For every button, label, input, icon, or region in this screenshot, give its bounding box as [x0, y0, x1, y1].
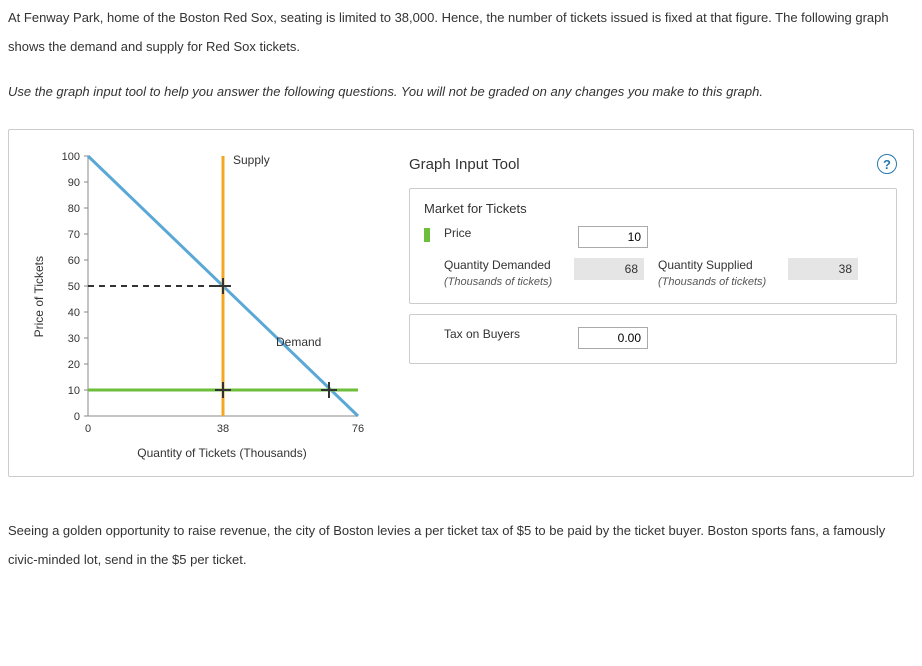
price-swatch-icon — [424, 228, 430, 242]
handle-supply-price[interactable] — [215, 382, 231, 398]
tax-input[interactable] — [578, 327, 648, 349]
market-group-title: Market for Tickets — [424, 201, 882, 216]
y-tick-40: 40 — [68, 307, 80, 319]
y-tick-10: 10 — [68, 385, 80, 397]
chart-area: Price of Tickets — [25, 146, 385, 460]
y-tick-70: 70 — [68, 229, 80, 241]
x-tick-38: 38 — [217, 423, 229, 435]
x-tick-76: 76 — [352, 423, 364, 435]
market-group: Market for Tickets Price Quantity Demand… — [409, 188, 897, 304]
outro-text: Seeing a golden opportunity to raise rev… — [8, 517, 914, 574]
price-input[interactable] — [578, 226, 648, 248]
y-ticks — [84, 156, 88, 416]
qs-label: Quantity Supplied (Thousands of tickets) — [658, 258, 778, 289]
supply-demand-chart[interactable]: 0 10 20 30 40 50 60 70 80 90 100 0 38 76 — [48, 146, 378, 446]
x-tick-0: 0 — [85, 423, 91, 435]
y-axis-label: Price of Tickets — [32, 256, 46, 337]
y-tick-50: 50 — [68, 281, 80, 293]
graph-input-tool: Graph Input Tool ? Market for Tickets Pr… — [409, 146, 897, 460]
y-tick-100: 100 — [62, 151, 80, 163]
y-tick-20: 20 — [68, 359, 80, 371]
y-tick-80: 80 — [68, 203, 80, 215]
instruction-text: Use the graph input tool to help you ans… — [8, 79, 914, 105]
qd-value: 68 — [574, 258, 644, 280]
qs-value: 38 — [788, 258, 858, 280]
y-tick-0: 0 — [74, 411, 80, 423]
y-tick-30: 30 — [68, 333, 80, 345]
demand-label: Demand — [276, 335, 321, 349]
tool-title: Graph Input Tool — [409, 156, 520, 173]
tax-label: Tax on Buyers — [444, 327, 564, 343]
x-axis-label: Quantity of Tickets (Thousands) — [137, 446, 306, 460]
help-icon[interactable]: ? — [877, 154, 897, 174]
price-label: Price — [444, 226, 564, 242]
tax-group: Tax on Buyers — [409, 314, 897, 364]
supply-label: Supply — [233, 153, 270, 167]
qd-label: Quantity Demanded (Thousands of tickets) — [444, 258, 564, 289]
y-tick-90: 90 — [68, 177, 80, 189]
y-tick-60: 60 — [68, 255, 80, 267]
intro-text: At Fenway Park, home of the Boston Red S… — [8, 4, 914, 61]
graph-panel: Price of Tickets — [8, 129, 914, 477]
